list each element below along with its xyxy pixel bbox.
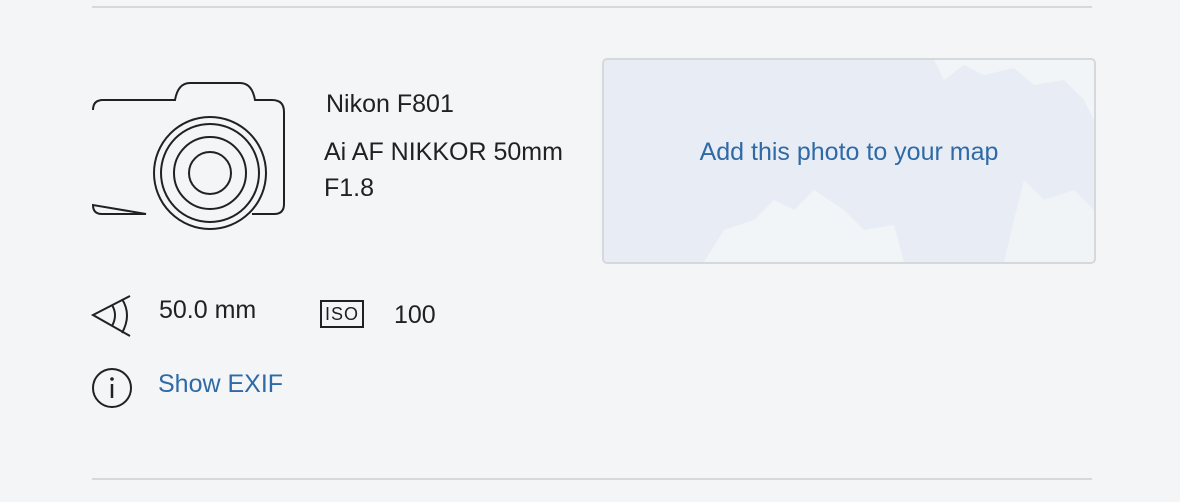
iso-badge-icon: ISO bbox=[320, 300, 364, 328]
focal-length-eye-icon bbox=[90, 295, 131, 337]
add-to-map-link[interactable]: Add this photo to your map bbox=[604, 138, 1094, 167]
info-icon bbox=[92, 368, 132, 408]
iso-value: 100 bbox=[394, 301, 436, 329]
bottom-divider bbox=[92, 478, 1092, 480]
lens-name[interactable]: Ai AF NIKKOR 50mm F1.8 bbox=[324, 134, 564, 206]
add-to-map-card[interactable]: Add this photo to your map bbox=[602, 58, 1096, 264]
focal-length-value: 50.0 mm bbox=[159, 296, 257, 324]
top-divider bbox=[92, 6, 1092, 8]
show-exif-link[interactable]: Show EXIF bbox=[158, 370, 283, 399]
camera-name[interactable]: Nikon F801 bbox=[326, 88, 454, 120]
camera-icon bbox=[91, 82, 285, 230]
